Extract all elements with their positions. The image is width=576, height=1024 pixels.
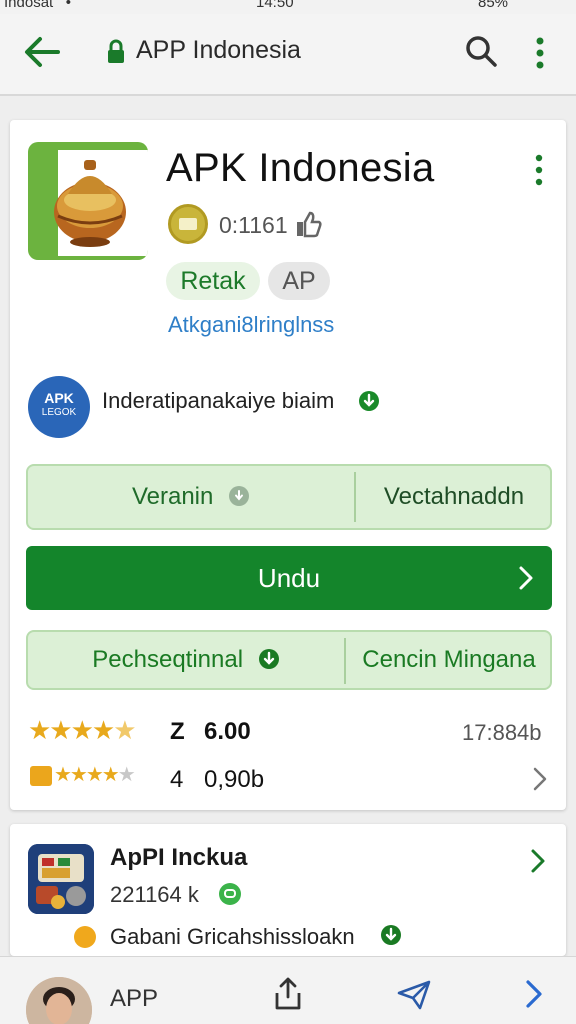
carrier-text: Indosat • [4,0,71,11]
avatar[interactable] [26,977,92,1024]
chevron-right-icon[interactable] [532,766,548,792]
card-more-vert-icon[interactable] [532,154,546,186]
lock-badge-icon [30,766,52,786]
rating-count-a: 4 [170,766,184,793]
status-bar: Indosat • 14:50 85% [0,0,576,14]
more-button[interactable]: Cencin Mingana [346,632,552,688]
settings-button[interactable]: Pechseqtinnal [28,632,344,688]
related-app-description: Gabani Gricahshissloakn [110,924,355,949]
coin-icon [74,926,96,948]
chat-bubble-icon [219,883,241,905]
category-chip[interactable]: Retak [166,262,260,300]
settings-button-label: Pechseqtinnal [92,646,244,673]
search-icon[interactable] [464,34,498,68]
version-split-button: Veranin Vectahnaddn [26,464,552,530]
download-button-label: Undu [257,563,321,593]
browser-address-bar: APP Indonesia [0,14,576,96]
rating-badge-icon [168,204,208,244]
tag-chip[interactable]: AP [268,262,330,300]
app-detail-card: APK Indonesia 0:1161 Retak AP Atkgani8lr… [10,120,566,810]
rating-value-b: 6.00 [204,718,251,745]
pot-icon [54,160,126,247]
developer-logo-line1: APK [44,390,74,406]
related-app-artwork [28,844,94,914]
developer-logo-line2: LEGOK [41,407,77,418]
developer-name[interactable]: Inderatipanakaiye biaim [102,388,334,414]
developer-link[interactable]: Atkgani8lringlnss [168,312,334,338]
back-arrow-icon[interactable] [22,34,62,70]
thumbs-up-icon[interactable] [294,210,322,238]
forward-chevron-icon[interactable] [524,979,544,1009]
more-vert-icon[interactable] [530,36,550,70]
chevron-right-icon[interactable] [530,848,546,874]
share-icon[interactable] [272,977,304,1011]
clock-text: 14:50 [256,0,294,11]
related-app-count: 221164 k [110,882,199,907]
details-button[interactable]: Vectahnaddn [356,466,552,528]
toolbar-label[interactable]: APP [110,985,158,1013]
related-app-title[interactable]: ApPI Inckua [110,844,247,872]
download-button[interactable]: Undu [26,546,552,610]
small-star-rating-icon: ★★★★★ [54,764,136,786]
battery-text: 85% [478,0,509,11]
avatar-photo [26,977,92,1024]
rating-value-a: Z [170,718,185,745]
download-circle-icon [381,925,401,945]
version-button[interactable]: Veranin [28,466,354,528]
star-rating-icon: ★★★★★ [28,715,137,745]
meta-count: 0:1161 [219,212,288,238]
rating-count-b: 0,90b [204,766,265,793]
version-button-label: Veranin [131,483,214,510]
options-split-button: Pechseqtinnal Cencin Mingana [26,630,552,690]
lock-icon [108,39,124,63]
send-icon[interactable] [396,979,432,1011]
chevron-right-icon [519,566,533,590]
download-circle-icon [258,649,279,669]
app-title: APK Indonesia [166,146,435,190]
rating-meta: 17:884b [462,720,542,745]
related-app-card[interactable]: ApPI Inckua 221164 k Gabani Gricahshissl… [10,824,566,956]
verified-check-icon [359,391,379,411]
info-circle-icon [229,486,250,506]
related-app-icon[interactable] [28,844,94,914]
bottom-toolbar: APP [0,956,576,1024]
developer-logo[interactable]: APK LEGOK [28,376,90,438]
app-icon[interactable] [28,142,148,260]
url-text[interactable]: APP Indonesia [136,36,301,65]
